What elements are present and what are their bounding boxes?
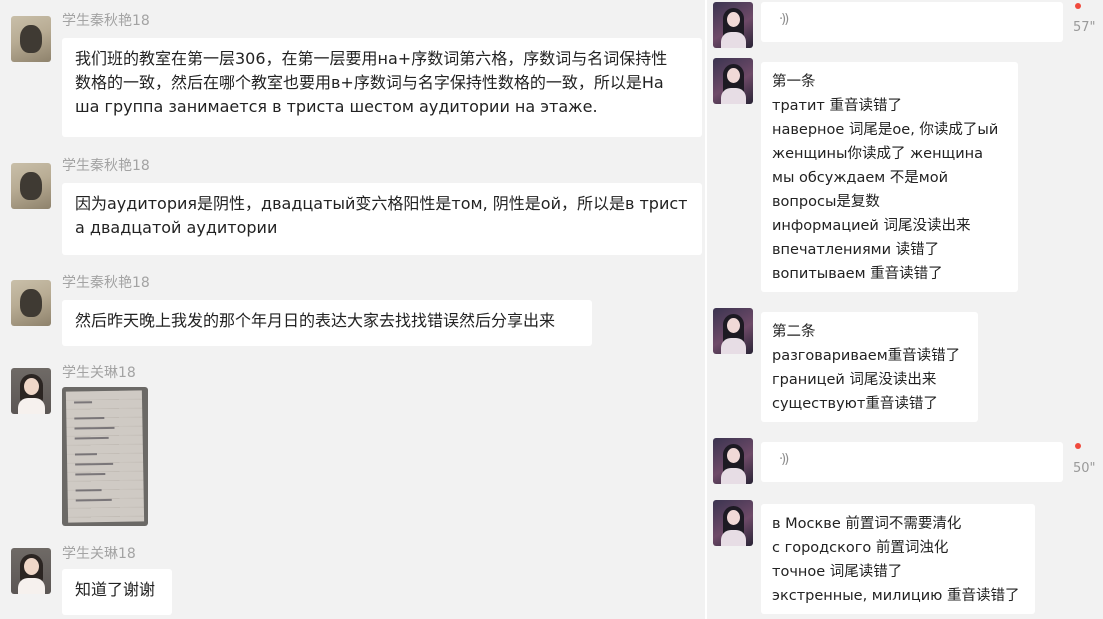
- message-text-line: 因为аудитория是阴性，двадцатый变六格阳性是том, 阴性是ой…: [75, 194, 688, 213]
- message-text-line: мы обсуждаем 不是мой: [772, 170, 949, 186]
- message-bubble[interactable]: 第一条 тратит 重音读错了 наверное 词尾是ое, 你读成了ый …: [761, 62, 1018, 292]
- sender-name: 学生关琳18: [62, 365, 136, 381]
- message-text-line: существуют重音读错了: [772, 396, 938, 412]
- message-text-line: 第二条: [772, 324, 816, 340]
- message-text-line: вопросы是复数: [772, 194, 880, 210]
- chat-panel-left: 学生秦秋艳18 我们班的教室在第一层306，在第一层要用на+序数词第六格，序数…: [0, 0, 705, 619]
- message-text-line: а двадцатой аудитории: [75, 218, 278, 237]
- message-text-line: информацией 词尾没读出来: [772, 218, 971, 234]
- avatar[interactable]: [11, 280, 51, 326]
- message-text-line: вопитываем 重音读错了: [772, 266, 943, 282]
- message-text-line: тратит 重音读错了: [772, 98, 902, 114]
- chat-panel-right: ·)) 57" 第一条 тратит 重音读错了 наверное 词尾是ое,…: [705, 0, 1103, 619]
- message-text-line: женщины你读成了 женщина: [772, 146, 983, 162]
- avatar[interactable]: [713, 438, 753, 484]
- message-text-line: экстренные, милицию 重音读错了: [772, 588, 1020, 604]
- message-text-line: 数格的一致，然后在哪个教室也要用в+序数词与名字保持性数格的一致，所以是На: [75, 73, 664, 92]
- avatar[interactable]: [11, 163, 51, 209]
- message-text-line: ша группа занимается в триста шестом ауд…: [75, 97, 598, 116]
- sender-name: 学生秦秋艳18: [62, 158, 150, 174]
- sender-name: 学生秦秋艳18: [62, 13, 150, 29]
- message-text-line: 知道了谢谢: [75, 580, 156, 599]
- message-text-line: разговариваем重音读错了: [772, 348, 961, 364]
- avatar[interactable]: [713, 500, 753, 546]
- message-text-line: впечатлениями 读错了: [772, 242, 940, 258]
- message-text-line: наверное 词尾是ое, 你读成了ый: [772, 122, 999, 138]
- notebook-page-image: [65, 390, 145, 523]
- avatar[interactable]: [11, 16, 51, 62]
- avatar[interactable]: [11, 548, 51, 594]
- message-text-line: 第一条: [772, 74, 816, 90]
- message-text-line: точное 词尾读错了: [772, 564, 903, 580]
- voice-wave-icon: ·)): [779, 12, 789, 27]
- avatar[interactable]: [713, 308, 753, 354]
- message-bubble[interactable]: 然后昨天晚上我发的那个年月日的表达大家去找找错误然后分享出来: [62, 300, 592, 346]
- avatar[interactable]: [713, 58, 753, 104]
- message-bubble[interactable]: 我们班的教室在第一层306，在第一层要用на+序数词第六格，序数词与名词保持性 …: [62, 38, 702, 137]
- avatar[interactable]: [11, 368, 51, 414]
- message-bubble[interactable]: 因为аудитория是阴性，двадцатый变六格阳性是том, 阴性是ой…: [62, 183, 702, 255]
- message-text-line: 我们班的教室在第一层306，在第一层要用на+序数词第六格，序数词与名词保持性: [75, 49, 668, 68]
- sender-name: 学生秦秋艳18: [62, 275, 150, 291]
- message-text-line: с городского 前置词浊化: [772, 540, 949, 556]
- unread-dot: [1075, 443, 1081, 449]
- voice-duration: 57": [1073, 20, 1096, 35]
- sender-name: 学生关琳18: [62, 546, 136, 562]
- avatar[interactable]: [713, 2, 753, 48]
- message-text-line: 然后昨天晚上我发的那个年月日的表达大家去找找错误然后分享出来: [75, 311, 556, 330]
- voice-wave-icon: ·)): [779, 452, 789, 467]
- message-bubble[interactable]: 第二条 разговариваем重音读错了 границей 词尾没读出来 с…: [761, 312, 978, 422]
- message-text-line: в Москве 前置词不需要清化: [772, 516, 962, 532]
- voice-message[interactable]: ·)): [761, 2, 1063, 42]
- message-bubble[interactable]: в Москве 前置词不需要清化 с городского 前置词浊化 точ…: [761, 504, 1035, 614]
- message-bubble[interactable]: 知道了谢谢: [62, 569, 172, 615]
- message-text-line: границей 词尾没读出来: [772, 372, 937, 388]
- unread-dot: [1075, 3, 1081, 9]
- voice-duration: 50": [1073, 461, 1096, 476]
- photo-message[interactable]: [62, 387, 148, 526]
- voice-message[interactable]: ·)): [761, 442, 1063, 482]
